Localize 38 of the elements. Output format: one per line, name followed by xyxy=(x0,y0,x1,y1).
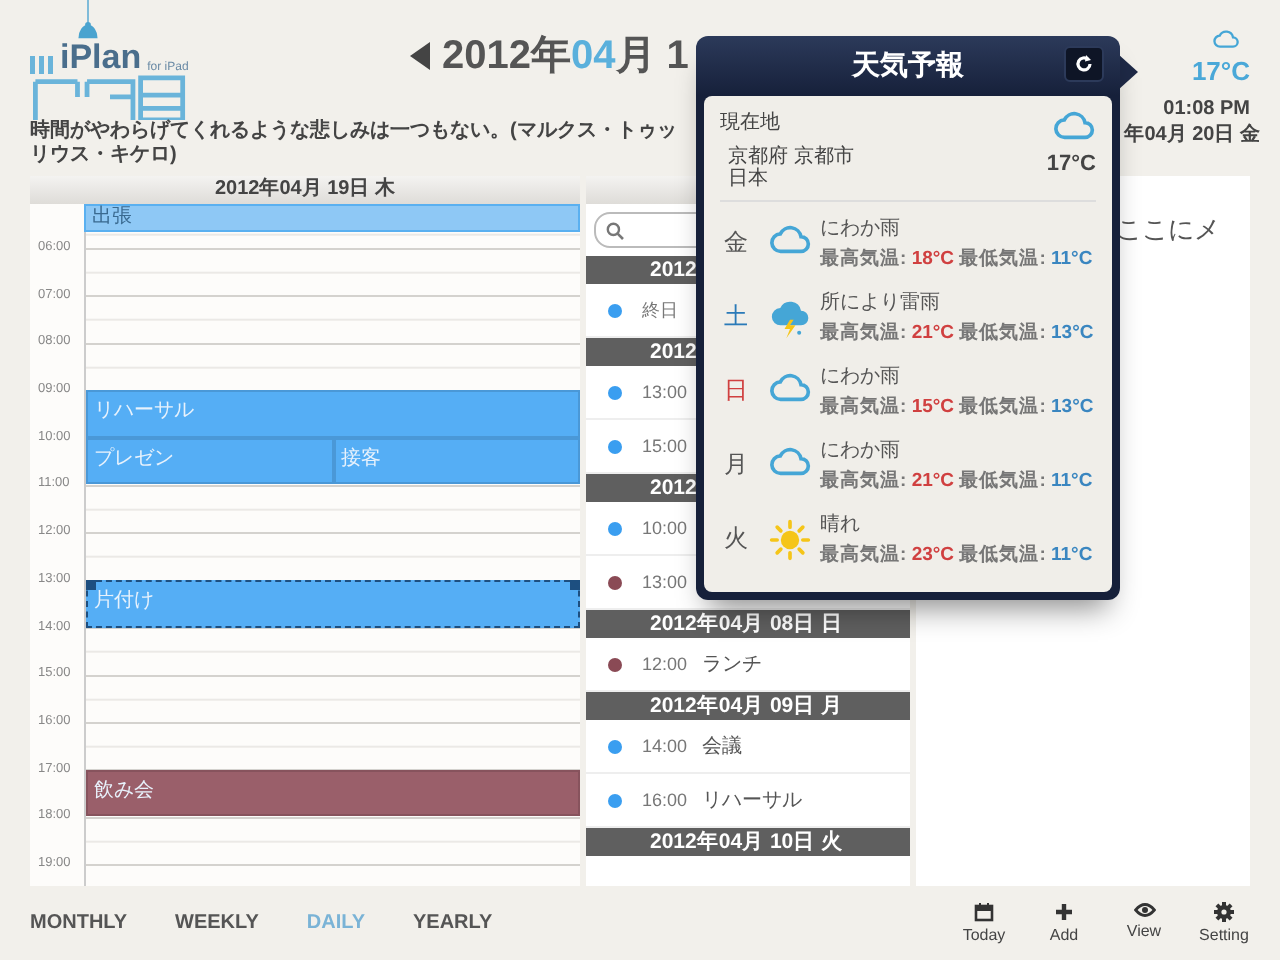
weather-condition: にわか雨 xyxy=(820,216,902,242)
weather-condition: 所により雷雨 xyxy=(820,289,942,316)
location-name: 京都府 京都市 xyxy=(728,146,856,168)
event-title: リハーサル xyxy=(702,788,802,814)
event-time: 15:00 xyxy=(642,436,690,456)
event-time: 13:00 xyxy=(642,572,690,592)
current-location-label: 現在地 xyxy=(720,109,782,136)
event-title: ランチ xyxy=(702,652,762,678)
quote-text: 時間がやわらげてくれるような悲しみは一つもない。(マルクス・トゥッリウス・キケロ) xyxy=(30,120,679,168)
event-time: 終日 xyxy=(642,297,680,323)
popover-title: 天気予報 xyxy=(852,48,964,84)
temperature: 17°C xyxy=(1191,56,1250,86)
weekday-label: 火 xyxy=(722,522,750,556)
event-title: 会議 xyxy=(702,733,742,760)
country-name: 日本 xyxy=(728,168,770,190)
current-date: 年04月 20日 金 xyxy=(1124,121,1260,148)
date-section-header: 2012年04月 09日 月 xyxy=(586,692,910,720)
temperature-range: 最高気温: 15°C 最低気温: 13°C xyxy=(820,394,1094,420)
weekday-label: 金 xyxy=(722,226,750,260)
temperature-range: 最高気温: 23°C 最低気温: 11°C xyxy=(820,542,1093,568)
event-time: 12:00 xyxy=(642,654,690,674)
date-section-header: 2012年04月 10日 火 xyxy=(586,828,910,856)
event-time: 14:00 xyxy=(642,736,690,756)
date-section-header: 2012年04月 08日 日 xyxy=(586,610,910,638)
weekday-label: 土 xyxy=(722,300,750,334)
day-heading: 2012年04月 19日 木 xyxy=(30,176,580,204)
event-time: 13:00 xyxy=(642,382,690,402)
weekday-label: 日 xyxy=(722,374,750,408)
weather-condition: にわか雨 xyxy=(820,438,902,464)
weather-condition: 晴れ xyxy=(820,511,862,538)
event-time: 16:00 xyxy=(642,790,690,810)
notes-text: ここにメ xyxy=(1116,214,1220,244)
clock-time: 01:08 PM xyxy=(1163,98,1250,120)
event-time: 10:00 xyxy=(642,518,690,538)
date-title: 2012年04月 1 xyxy=(442,32,689,82)
current-temperature: 17°C xyxy=(1046,152,1096,176)
logo-name: iPlan xyxy=(60,42,142,75)
weather-condition: にわか雨 xyxy=(820,364,902,390)
